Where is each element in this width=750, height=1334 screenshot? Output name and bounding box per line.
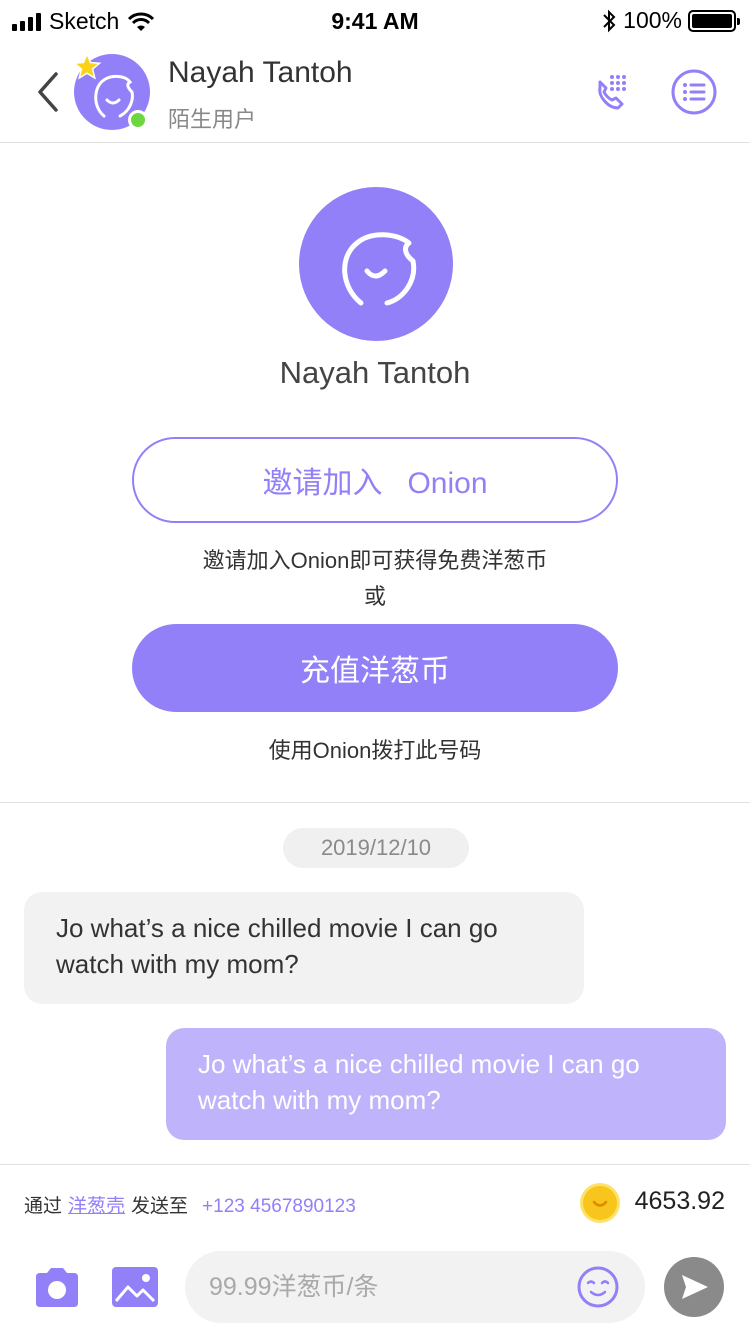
contact-name: Nayah Tantoh [168, 56, 353, 89]
send-route-info: 通过 洋葱壳 发送至 +123 4567890123 [24, 1191, 356, 1218]
invite-button[interactable]: 邀请加入 Onion [132, 437, 618, 523]
recharge-button[interactable]: 充值洋葱币 [132, 624, 618, 712]
send-to-label: 发送至 [131, 1196, 189, 1217]
invite-button-label: 邀请加入 Onion [262, 467, 488, 500]
onion-face-icon [342, 232, 417, 306]
via-prefix: 通过 [24, 1196, 63, 1217]
profile-section: Nayah Tantoh 邀请加入 Onion 邀请加入Onion即可获得免费洋… [0, 143, 750, 803]
online-status-dot [128, 110, 148, 130]
call-hint: 使用Onion拨打此号码 [268, 738, 482, 763]
star-icon [72, 52, 102, 80]
phone-dialpad-icon[interactable] [588, 68, 636, 116]
coin-balance: 4653.92 [634, 1187, 725, 1215]
message-list[interactable]: 2019/12/10 Jo what’s a nice chilled movi… [0, 804, 750, 1164]
battery-percent: 100% [623, 7, 682, 33]
profile-name: Nayah Tantoh [279, 355, 471, 390]
status-bar: Sketch 9:41 AM 100% [0, 0, 750, 40]
image-icon[interactable] [110, 1265, 160, 1309]
contact-subtitle: 陌生用户 [168, 107, 257, 132]
recipient-phone: +123 4567890123 [202, 1196, 356, 1217]
invite-hint: 邀请加入Onion即可获得免费洋葱币 [202, 548, 548, 573]
composer-bar: 通过 洋葱壳 发送至 +123 4567890123 4653.92 [0, 1164, 750, 1334]
coin-icon [580, 1183, 620, 1223]
recharge-button-label: 充值洋葱币 [300, 655, 450, 688]
chat-header: Nayah Tantoh 陌生用户 [0, 40, 750, 143]
chevron-left-icon[interactable] [30, 70, 66, 114]
send-icon [682, 1275, 708, 1299]
outgoing-message-bubble[interactable]: Jo what’s a nice chilled movie I can go … [166, 1028, 726, 1140]
camera-icon[interactable] [32, 1265, 82, 1309]
status-right: 100% [601, 7, 740, 34]
profile-avatar [299, 187, 453, 341]
list-menu-icon[interactable] [670, 68, 718, 116]
battery-icon [688, 9, 740, 32]
emoji-icon[interactable] [576, 1265, 620, 1309]
send-button[interactable] [664, 1257, 724, 1317]
or-divider-text: 或 [363, 584, 386, 609]
incoming-message-bubble[interactable]: Jo what’s a nice chilled movie I can go … [24, 892, 584, 1004]
bluetooth-icon [603, 9, 616, 32]
date-separator: 2019/12/10 [283, 828, 469, 868]
via-link[interactable]: 洋葱壳 [68, 1191, 125, 1218]
